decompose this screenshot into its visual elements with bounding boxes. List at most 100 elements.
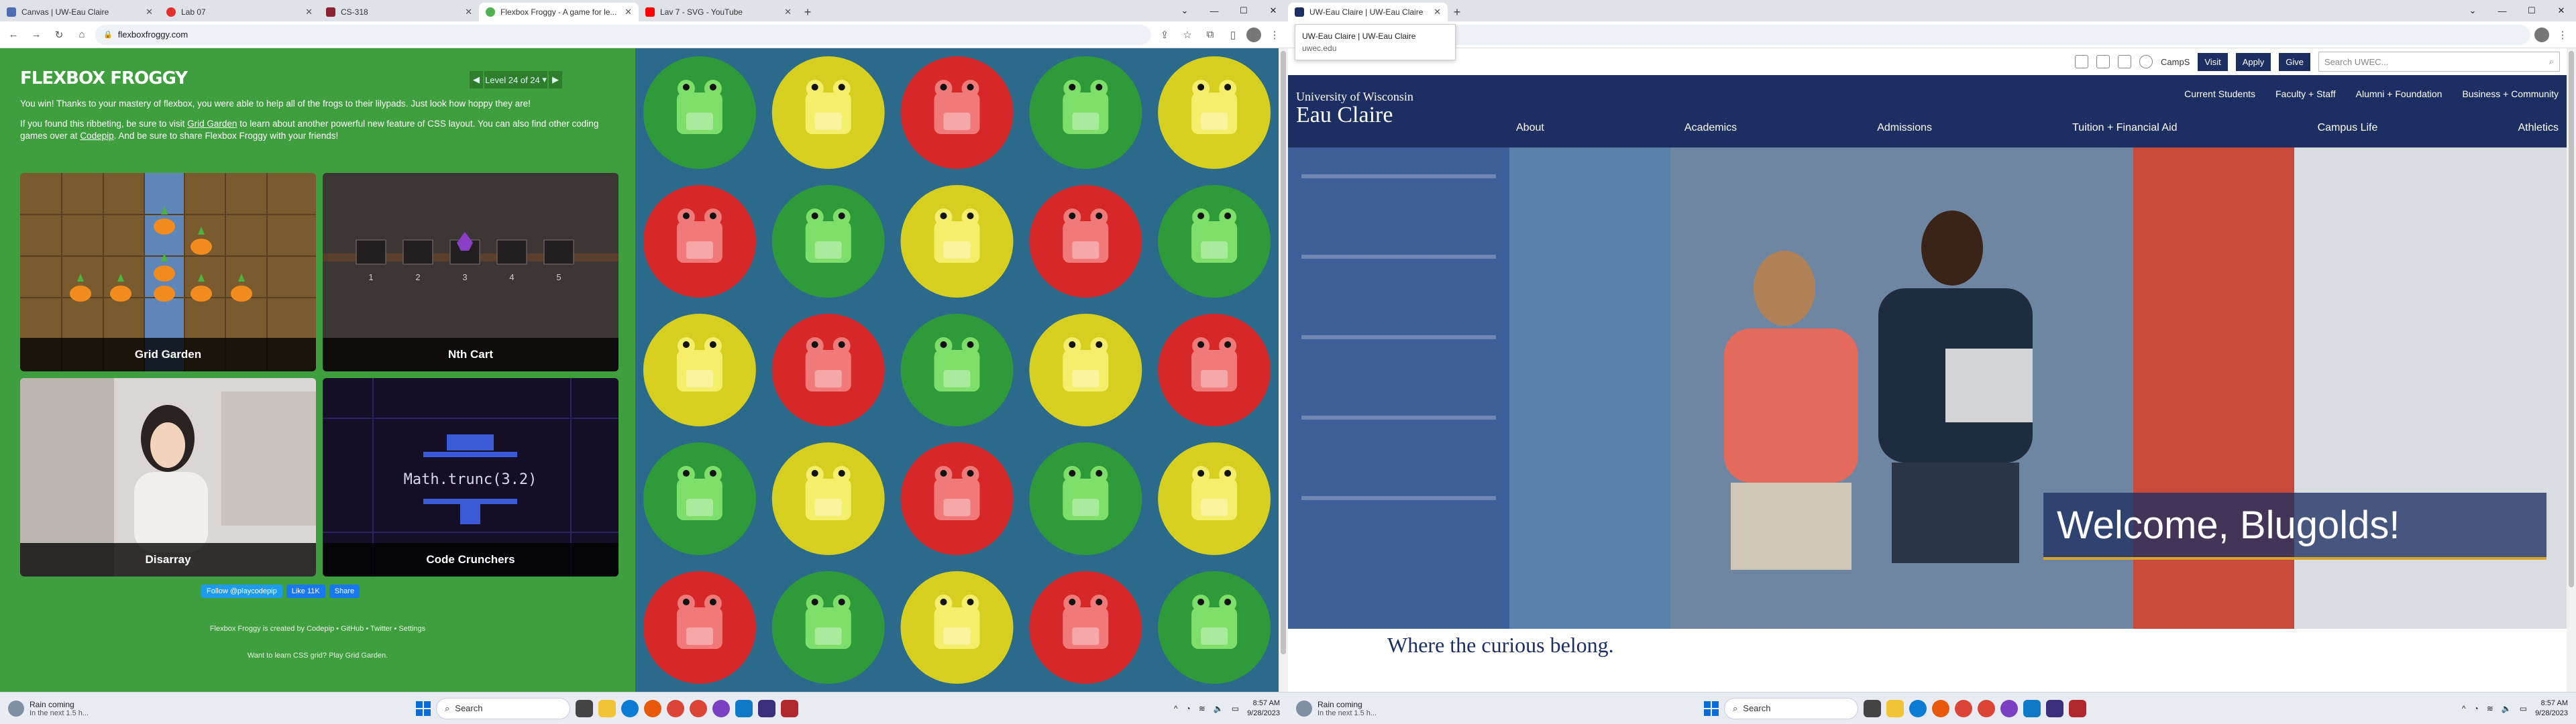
prev-level-icon[interactable]: ◀ (470, 71, 483, 88)
volume-icon[interactable]: 🔈 (2502, 704, 2512, 713)
nav-admissions[interactable]: Admissions (1877, 122, 1932, 134)
chrome-icon[interactable] (690, 699, 707, 717)
new-tab-button[interactable]: + (1448, 3, 1466, 21)
adobe-icon[interactable] (781, 699, 798, 717)
tray-chevron-icon[interactable]: ^ (2462, 704, 2466, 713)
tab-cs318[interactable]: CS-318 ✕ (319, 3, 479, 21)
tab-flexbox-froggy[interactable]: Flexbox Froggy - A game for le... ✕ (479, 3, 639, 21)
profile-avatar[interactable] (2534, 27, 2549, 42)
forward-icon[interactable]: → (27, 25, 46, 44)
network-icon[interactable]: ◔ (1185, 704, 1190, 713)
app-icon[interactable] (2046, 699, 2063, 717)
twitter-follow-button[interactable]: Follow @playcodepip (201, 585, 282, 598)
clock[interactable]: 8:57 AM 9/28/2023 (1247, 699, 1280, 719)
file-explorer-icon[interactable] (598, 699, 616, 717)
network-icon[interactable]: ◔ (2473, 704, 2478, 713)
file-explorer-icon[interactable] (1886, 699, 1904, 717)
tray-chevron-icon[interactable]: ^ (1174, 704, 1178, 713)
weather-widget[interactable]: Rain coming In the next 1.5 h... (0, 700, 221, 717)
vscode-icon[interactable] (735, 699, 753, 717)
game-card-grid-garden[interactable]: Grid Garden (20, 173, 316, 371)
extensions-icon[interactable]: ⧉ (1201, 25, 1220, 44)
firefox-icon[interactable] (644, 699, 661, 717)
tab-lab07[interactable]: Lab 07 ✕ (160, 3, 319, 21)
next-level-icon[interactable]: ▶ (549, 71, 562, 88)
scrollbar-thumb[interactable] (1281, 51, 1286, 654)
edge-icon[interactable] (621, 699, 639, 717)
grid-garden-promo[interactable]: Want to learn CSS grid? Play Grid Garden… (0, 652, 635, 660)
windows-start-icon[interactable] (1704, 701, 1719, 716)
clock[interactable]: 8:57 AM 9/28/2023 (2535, 699, 2568, 719)
chrome-icon[interactable] (1955, 699, 1972, 717)
sidebar-icon[interactable]: ▯ (1224, 25, 1242, 44)
weather-widget[interactable]: Rain coming In the next 1.5 h... (1288, 700, 1509, 717)
visit-button[interactable]: Visit (2198, 52, 2228, 71)
scrollbar[interactable] (2567, 48, 2576, 692)
taskbar-search[interactable]: ⌕ Search (436, 697, 570, 719)
close-icon[interactable]: ✕ (784, 7, 792, 17)
minimize-icon[interactable]: — (2487, 0, 2517, 21)
game-card-code-crunchers[interactable]: Math.trunc(3.2) Code Crunchers (323, 378, 619, 577)
audience-link[interactable]: Alumni + Foundation (2356, 88, 2443, 99)
chrome-icon[interactable] (667, 699, 684, 717)
nav-campus-life[interactable]: Campus Life (2318, 122, 2378, 134)
game-card-nth-cart[interactable]: 1 2 3 4 5 Nth Cart (323, 173, 619, 371)
profile-avatar[interactable] (1246, 27, 1261, 42)
battery-icon[interactable]: ▭ (1232, 704, 1239, 713)
minimize-icon[interactable]: — (1199, 0, 1229, 21)
app-icon[interactable] (712, 699, 730, 717)
close-window-icon[interactable]: ✕ (2546, 0, 2576, 21)
close-window-icon[interactable]: ✕ (1258, 0, 1288, 21)
menu-icon[interactable]: ⋮ (1265, 25, 1284, 44)
wifi-icon[interactable]: ≋ (2487, 704, 2493, 713)
give-button[interactable]: Give (2279, 52, 2310, 71)
uwec-logo[interactable]: University of Wisconsin Eau Claire (1296, 90, 1413, 127)
maximize-icon[interactable]: ☐ (1229, 0, 1258, 21)
edge-icon[interactable] (1909, 699, 1927, 717)
task-view-icon[interactable] (1864, 699, 1881, 717)
campus-map-icon[interactable] (2139, 55, 2153, 68)
volume-icon[interactable]: 🔈 (1214, 704, 1224, 713)
address-bar[interactable]: 🔒 flexboxfroggy.com (95, 24, 1151, 45)
tab-list-icon[interactable]: ⌄ (2458, 0, 2487, 21)
app-icon[interactable] (2000, 699, 2018, 717)
back-icon[interactable]: ← (4, 25, 23, 44)
menu-icon[interactable]: ⋮ (2553, 25, 2572, 44)
firefox-icon[interactable] (1932, 699, 1949, 717)
bookmark-star-icon[interactable]: ☆ (1178, 25, 1197, 44)
tab-uwec[interactable]: UW-Eau Claire | UW-Eau Claire ✕ (1288, 3, 1448, 21)
audience-link[interactable]: Current Students (2184, 88, 2255, 99)
tab-youtube[interactable]: Lav 7 - SVG - YouTube ✕ (639, 3, 798, 21)
codepip-link[interactable]: Codepip (80, 131, 113, 141)
nav-tuition[interactable]: Tuition + Financial Aid (2072, 122, 2177, 134)
scrollbar[interactable] (1279, 48, 1288, 692)
nav-about[interactable]: About (1516, 122, 1544, 134)
tab-list-icon[interactable]: ⌄ (1170, 0, 1199, 21)
camps-link[interactable]: CampS (2161, 57, 2190, 67)
apply-button[interactable]: Apply (2235, 52, 2271, 71)
maximize-icon[interactable]: ☐ (2517, 0, 2546, 21)
grid-garden-link[interactable]: Grid Garden (187, 119, 237, 129)
home-icon[interactable]: ⌂ (72, 25, 91, 44)
windows-start-icon[interactable] (416, 701, 431, 716)
task-view-icon[interactable] (576, 699, 593, 717)
audience-link[interactable]: Faculty + Staff (2275, 88, 2336, 99)
tab-canvas[interactable]: Canvas | UW-Eau Claire ✕ (0, 3, 160, 21)
nav-athletics[interactable]: Athletics (2518, 122, 2558, 134)
share-icon[interactable]: ⇪ (1155, 25, 1174, 44)
nav-academics[interactable]: Academics (1684, 122, 1737, 134)
game-card-disarray[interactable]: Disarray (20, 378, 316, 577)
close-icon[interactable]: ✕ (305, 7, 313, 17)
site-search-input[interactable]: Search UWEC... ⌕ (2318, 52, 2560, 72)
reload-icon[interactable]: ↻ (50, 25, 68, 44)
new-tab-button[interactable]: + (798, 3, 817, 21)
adobe-icon[interactable] (2069, 699, 2086, 717)
mail-icon[interactable] (2118, 55, 2132, 68)
close-icon[interactable]: ✕ (1434, 7, 1441, 17)
battery-icon[interactable]: ▭ (2520, 704, 2527, 713)
audience-link[interactable]: Business + Community (2462, 88, 2559, 99)
close-icon[interactable]: ✕ (146, 7, 153, 17)
address-bar[interactable] (1360, 24, 2530, 45)
level-indicator[interactable]: Level 24 of 24 ▾ (484, 71, 547, 88)
close-icon[interactable]: ✕ (625, 7, 632, 17)
